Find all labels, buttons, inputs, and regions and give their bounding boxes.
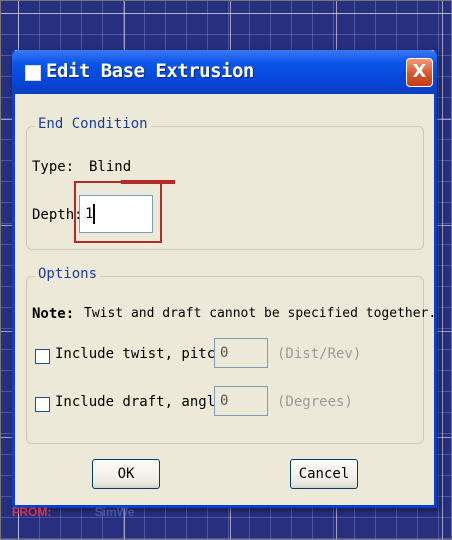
ok-button[interactable]: OK [92,459,160,489]
window-icon [25,65,41,81]
include-twist-checkbox[interactable] [35,349,50,364]
note-label: Note: [32,306,75,322]
edit-base-extrusion-dialog: Edit Base Extrusion X End Condition Type… [12,50,437,508]
end-condition-group-label: End Condition [35,116,151,132]
include-draft-checkbox[interactable] [35,397,50,412]
close-icon: X [412,61,427,82]
note-text: Twist and draft cannot be specified toge… [84,306,437,321]
depth-field-highlight [74,181,162,243]
draft-angle-input[interactable]: 0 [214,386,268,416]
type-value: Blind [89,159,132,175]
twist-pitch-value: 0 [220,345,229,361]
twist-pitch-input[interactable]: 0 [214,338,268,368]
include-twist-label[interactable]: Include twist, pitch: [55,346,232,362]
close-button[interactable]: X [406,58,433,87]
watermark: FROM: SimWe [12,505,134,519]
options-group-label: Options [35,266,101,282]
twist-unit-label: (Dist/Rev) [277,346,362,362]
dialog-title: Edit Base Extrusion [46,60,254,82]
include-draft-label[interactable]: Include draft, angle: [55,394,232,410]
draft-angle-value: 0 [220,393,229,409]
type-label: Type: [32,159,75,175]
draft-unit-label: (Degrees) [277,394,353,410]
dialog-titlebar[interactable]: Edit Base Extrusion X [12,50,437,94]
watermark-prefix: FROM: [12,505,52,519]
cancel-button[interactable]: Cancel [290,459,358,489]
watermark-site: SimWe [94,505,135,519]
